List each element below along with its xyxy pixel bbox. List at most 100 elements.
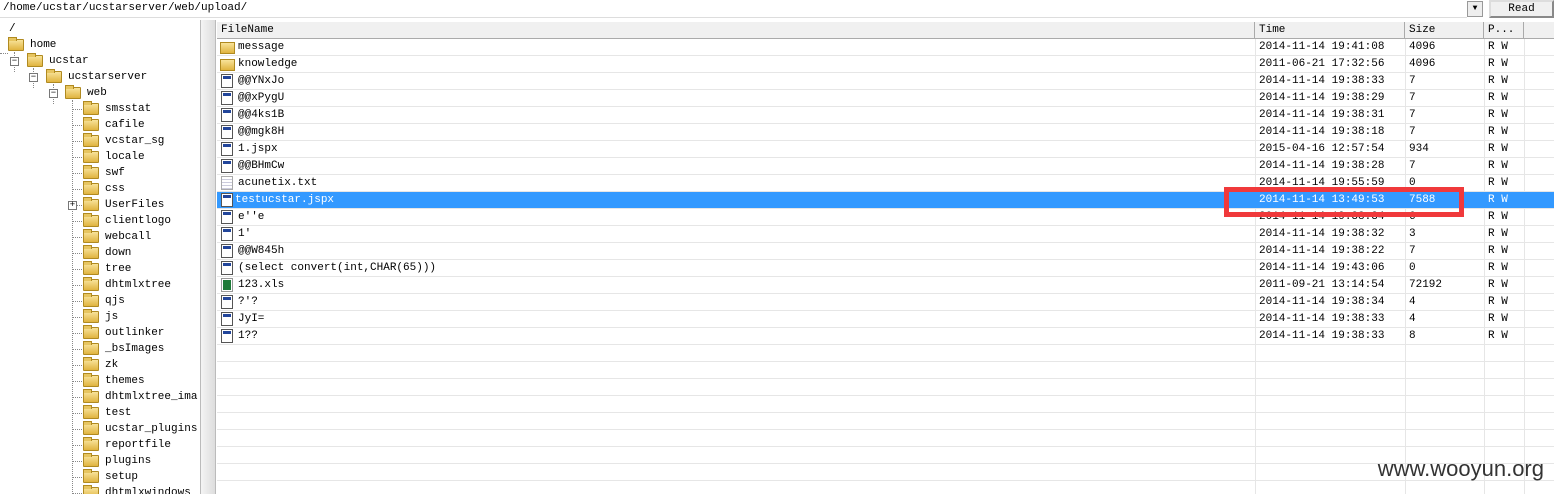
collapse-icon[interactable]: − [10,57,19,66]
excel-file-icon [221,278,233,292]
file-icon [221,91,233,105]
folder-icon [83,469,99,483]
file-row[interactable]: @@mgk8H 2014-11-14 19:38:18 7 R W [217,124,1554,141]
path-dropdown-button[interactable]: ▼ [1467,1,1483,17]
tree-line [72,381,82,382]
folder-icon [83,149,99,163]
folder-icon [83,341,99,355]
file-row[interactable]: 1?? 2014-11-14 19:38:33 8 R W [217,328,1554,345]
file-icon [221,329,233,343]
tree-node-dhtmlxwindows[interactable]: dhtmlxwindows [83,485,191,494]
file-row[interactable]: message 2014-11-14 19:41:08 4096 R W [217,39,1554,56]
cell-perm: R W [1488,245,1508,257]
tree-node-dhtmlxtree[interactable]: dhtmlxtree [83,277,171,293]
tree-node-down[interactable]: down [83,245,131,261]
tree-line [72,285,82,286]
file-row[interactable]: @@4ks1B 2014-11-14 19:38:31 7 R W [217,107,1554,124]
collapse-icon[interactable]: − [49,89,58,98]
cell-time: 2014-11-14 19:43:06 [1259,262,1385,274]
tree-node-setup[interactable]: setup [83,469,138,485]
file-icon [221,193,233,207]
tree-node-label: reportfile [105,439,172,451]
file-row[interactable]: 1.jspx 2015-04-16 12:57:54 934 R W [217,141,1554,158]
tree-line [72,173,82,174]
tree-node-ucstarserver[interactable]: ucstarserver [46,69,147,85]
splitter[interactable] [200,20,216,494]
cell-perm: R W [1488,92,1508,104]
cell-perm: R W [1488,58,1508,70]
tree-node-test[interactable]: test [83,405,131,421]
folder-icon [83,197,99,211]
cell-perm: R W [1488,143,1508,155]
tree-node-vcstar_sg[interactable]: vcstar_sg [83,133,164,149]
file-row[interactable]: @@BHmCw 2014-11-14 19:38:28 7 R W [217,158,1554,175]
file-list[interactable]: FileName Time Size P... message 2014-11-1… [217,20,1554,494]
tree-node-_bsImages[interactable]: _bsImages [83,341,164,357]
tree-node-ucstar_plugins[interactable]: ucstar_plugins [83,421,197,437]
tree-node-plugins[interactable]: plugins [83,453,151,469]
column-header-time[interactable]: Time [1255,22,1405,39]
tree-node-css[interactable]: css [83,181,125,197]
cell-name: message [238,41,285,53]
folder-icon [83,117,99,131]
tree-node-locale[interactable]: locale [83,149,145,165]
watermark: www.wooyun.org [1377,456,1544,481]
tree-node-tree[interactable]: tree [83,261,131,277]
tree-node-root[interactable]: / [9,21,16,37]
tree-node-UserFiles[interactable]: UserFiles [83,197,164,213]
read-button[interactable]: Read [1489,0,1554,18]
tree-node-outlinker[interactable]: outlinker [83,325,164,341]
file-row[interactable]: ?'? 2014-11-14 19:38:34 4 R W [217,294,1554,311]
cell-perm: R W [1488,177,1508,189]
folder-icon [83,277,99,291]
tree-node-ucstar[interactable]: ucstar [27,53,89,69]
tree-node-home[interactable]: home [8,37,56,53]
tree-node-themes[interactable]: themes [83,373,145,389]
tree-line [72,221,82,222]
file-row[interactable]: knowledge 2011-06-21 17:32:56 4096 R W [217,56,1554,73]
text-file-icon [221,176,233,190]
tree-line [72,125,82,126]
tree-node-swf[interactable]: swf [83,165,125,181]
cell-size: 72192 [1409,279,1443,291]
tree-node-webcall[interactable]: webcall [83,229,151,245]
file-row[interactable]: @@YNxJo 2014-11-14 19:38:33 7 R W [217,73,1554,90]
cell-size: 4096 [1409,41,1436,53]
cell-size: 8 [1409,330,1416,342]
directory-tree[interactable]: / home − ucstar − ucstarserver − web smsstat cafi… [0,20,200,494]
tree-node-label: UserFiles [105,199,165,211]
column-header-size[interactable]: Size [1405,22,1484,39]
tree-node-cafile[interactable]: cafile [83,117,145,133]
tree-node-label: test [105,407,132,419]
file-row[interactable]: @@W845h 2014-11-14 19:38:22 7 R W [217,243,1554,260]
column-header-permissions[interactable]: P... [1484,22,1524,39]
cell-perm: R W [1488,109,1508,121]
cell-time: 2014-11-14 19:38:34 [1259,296,1385,308]
file-row[interactable]: 1' 2014-11-14 19:38:32 3 R W [217,226,1554,243]
file-icon [221,244,233,258]
tree-node-clientlogo[interactable]: clientlogo [83,213,171,229]
folder-icon [65,85,81,99]
tree-node-qjs[interactable]: qjs [83,293,125,309]
folder-icon [83,485,99,494]
cell-name: @@W845h [238,245,285,257]
file-row[interactable]: @@xPygU 2014-11-14 19:38:29 7 R W [217,90,1554,107]
folder-icon [83,261,99,275]
expand-icon[interactable]: + [68,201,77,210]
tree-node-dhtmlxtree_ima[interactable]: dhtmlxtree_ima [83,389,197,405]
file-row[interactable]: (select convert(int,CHAR(65))) 2014-11-14… [217,260,1554,277]
file-row[interactable]: 123.xls 2011-09-21 13:14:54 72192 R W [217,277,1554,294]
cell-name: testucstar.jspx [235,194,335,206]
tree-node-label: zk [105,359,119,371]
column-header-filename[interactable]: FileName [217,22,1255,39]
path-input[interactable]: /home/ucstar/ucstarserver/web/upload/ [0,0,1467,18]
tree-line [72,237,82,238]
tree-node-reportfile[interactable]: reportfile [83,437,171,453]
file-row[interactable]: JyI= 2014-11-14 19:38:33 4 R W [217,311,1554,328]
collapse-icon[interactable]: − [29,73,38,82]
cell-size: 7 [1409,92,1416,104]
tree-node-smsstat[interactable]: smsstat [83,101,151,117]
tree-node-js[interactable]: js [83,309,118,325]
tree-node-web[interactable]: web [65,85,107,101]
tree-node-zk[interactable]: zk [83,357,118,373]
